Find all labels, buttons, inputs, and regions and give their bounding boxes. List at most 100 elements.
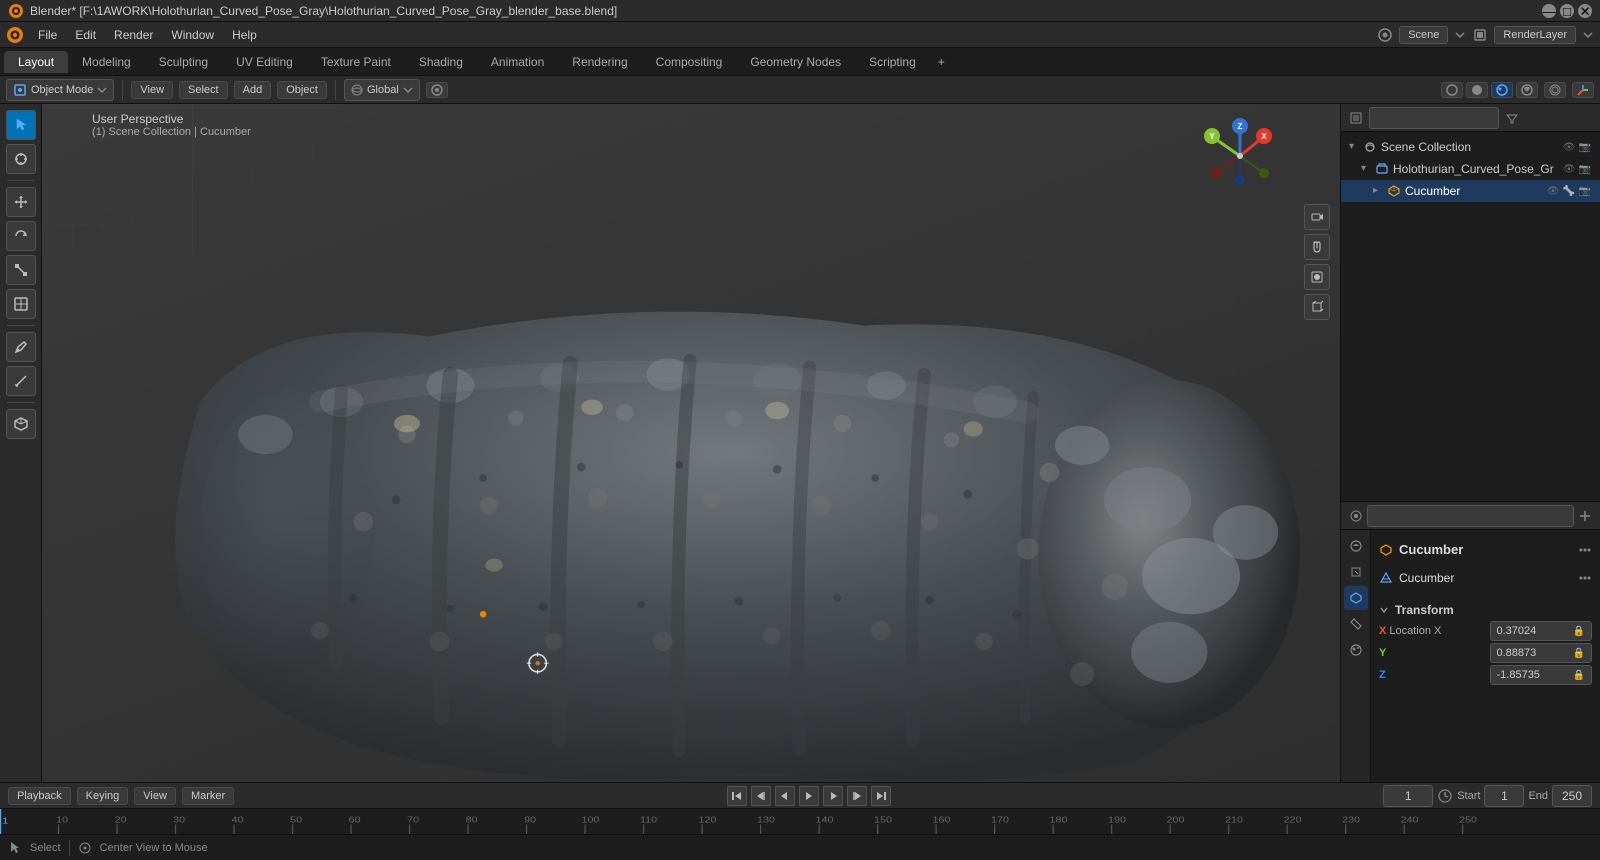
current-frame-input[interactable]: 1	[1383, 785, 1433, 807]
scene-collection-actions[interactable]: 👁 📷	[1562, 140, 1592, 154]
grab-button[interactable]	[1304, 234, 1330, 260]
header-object-button[interactable]: Object	[277, 81, 327, 99]
transform-orientation[interactable]: Global	[344, 79, 420, 101]
transform-section[interactable]: Transform	[1379, 599, 1592, 621]
render-button[interactable]	[1304, 264, 1330, 290]
holothurian-actions[interactable]: 👁 📷	[1562, 162, 1592, 176]
play-pause-button[interactable]	[799, 786, 819, 806]
snap-toggle[interactable]	[426, 82, 448, 98]
menu-window[interactable]: Window	[163, 26, 222, 44]
viewport-gizmo[interactable]: Z X Y	[1200, 116, 1280, 196]
orthographic-button[interactable]	[1304, 294, 1330, 320]
solid-shading[interactable]	[1466, 82, 1488, 98]
annotate-tool-button[interactable]	[6, 332, 36, 362]
tab-rendering[interactable]: Rendering	[558, 51, 641, 73]
prev-keyframe-button[interactable]	[751, 786, 771, 806]
scene-selector[interactable]: Scene	[1399, 26, 1448, 44]
close-button[interactable]: ✕	[1578, 4, 1592, 18]
playback-menu[interactable]: Playback	[8, 787, 71, 805]
next-keyframe-button[interactable]	[847, 786, 867, 806]
location-z-field[interactable]: -1.85735 🔒	[1490, 665, 1593, 685]
material-shading[interactable]	[1491, 82, 1513, 98]
overlay-button[interactable]	[1544, 82, 1566, 98]
cucumber-bone-btn[interactable]: 🦴	[1562, 184, 1576, 198]
rotate-tool-button[interactable]	[6, 221, 36, 251]
outliner-scene-collection[interactable]: ▾ Scene Collection 👁 📷	[1341, 136, 1600, 158]
location-y-field[interactable]: 0.88873 🔒	[1490, 643, 1593, 663]
scene-collection-label: (1) Scene Collection | Cucumber	[92, 126, 251, 138]
tab-modeling[interactable]: Modeling	[68, 51, 145, 73]
scene-visibility-btn[interactable]: 👁	[1562, 140, 1576, 154]
wireframe-shading[interactable]	[1441, 82, 1463, 98]
end-frame-input[interactable]: 250	[1552, 785, 1592, 807]
add-workspace-button[interactable]: +	[930, 51, 953, 73]
next-frame-button[interactable]	[823, 786, 843, 806]
add-cube-button[interactable]	[6, 409, 36, 439]
mesh-name-options-icon[interactable]	[1578, 571, 1592, 585]
maximize-button[interactable]: □	[1560, 4, 1574, 18]
scene-render-btn[interactable]: 📷	[1578, 140, 1592, 154]
transform-tool-button[interactable]	[6, 289, 36, 319]
tab-shading[interactable]: Shading	[405, 51, 477, 73]
menu-render[interactable]: Render	[106, 26, 161, 44]
tab-scripting[interactable]: Scripting	[855, 51, 930, 73]
prop-tab-output[interactable]	[1344, 560, 1368, 584]
scale-tool-button[interactable]	[6, 255, 36, 285]
rendered-shading[interactable]	[1516, 82, 1538, 98]
holothurian-visibility-btn[interactable]: 👁	[1562, 162, 1576, 176]
tab-animation[interactable]: Animation	[477, 51, 558, 73]
minimize-button[interactable]: —	[1542, 4, 1556, 18]
tab-layout[interactable]: Layout	[4, 51, 68, 73]
outliner-holothurian[interactable]: ▾ Holothurian_Curved_Pose_Gr 👁 📷	[1341, 158, 1600, 180]
prop-tab-object[interactable]	[1344, 586, 1368, 610]
zoom-camera-button[interactable]	[1304, 204, 1330, 230]
outliner-cucumber[interactable]: ▸ Cucumber 👁 🦴 📷	[1341, 180, 1600, 202]
location-z-lock[interactable]: 🔒	[1573, 670, 1585, 681]
tab-uv-editing[interactable]: UV Editing	[222, 51, 307, 73]
prop-tab-render[interactable]	[1344, 534, 1368, 558]
tab-compositing[interactable]: Compositing	[642, 51, 737, 73]
move-tool-button[interactable]	[6, 187, 36, 217]
tab-texture-paint[interactable]: Texture Paint	[307, 51, 405, 73]
tab-sculpting[interactable]: Sculpting	[145, 51, 222, 73]
marker-menu[interactable]: Marker	[182, 787, 234, 805]
timeline-view-menu[interactable]: View	[134, 787, 176, 805]
location-x-lock[interactable]: 🔒	[1573, 626, 1585, 637]
window-controls[interactable]: — □ ✕	[1542, 4, 1592, 18]
prop-tab-material[interactable]	[1344, 638, 1368, 662]
location-y-lock[interactable]: 🔒	[1573, 648, 1585, 659]
location-x-field[interactable]: 0.37024 🔒	[1490, 621, 1593, 641]
header-add-button[interactable]: Add	[234, 81, 272, 99]
render-layer-selector[interactable]: RenderLayer	[1494, 26, 1576, 44]
viewport-3d[interactable]: User Perspective (1) Scene Collection | …	[42, 104, 1340, 782]
cucumber-actions[interactable]: 👁 🦴 📷	[1546, 184, 1592, 198]
menu-edit[interactable]: Edit	[67, 26, 104, 44]
start-frame-input[interactable]: 1	[1484, 785, 1524, 807]
header-view-button[interactable]: View	[131, 81, 173, 99]
holothurian-render-btn[interactable]: 📷	[1578, 162, 1592, 176]
gizmo-svg: Z X Y	[1200, 116, 1280, 196]
cucumber-visibility-btn[interactable]: 👁	[1546, 184, 1560, 198]
header-select-button[interactable]: Select	[179, 81, 228, 99]
prop-tab-modifier[interactable]	[1344, 612, 1368, 636]
prev-frame-button[interactable]	[775, 786, 795, 806]
cucumber-render-btn[interactable]: 📷	[1578, 184, 1592, 198]
gizmo-button[interactable]	[1572, 82, 1594, 98]
menu-help[interactable]: Help	[224, 26, 265, 44]
outliner-filter-icon[interactable]	[1505, 111, 1519, 125]
menu-file[interactable]: File	[30, 26, 65, 44]
properties-search-input[interactable]	[1367, 505, 1574, 527]
jump-to-start-button[interactable]	[727, 786, 747, 806]
measure-tool-button[interactable]	[6, 366, 36, 396]
snap-controls[interactable]	[426, 82, 448, 98]
jump-to-end-button[interactable]	[871, 786, 891, 806]
object-name-options-icon[interactable]	[1578, 543, 1592, 557]
keying-menu[interactable]: Keying	[77, 787, 129, 805]
outliner-search-input[interactable]	[1369, 107, 1499, 129]
cursor-tool-button[interactable]	[6, 144, 36, 174]
timeline-ruler[interactable]: 1 10 20 30 40 50 60 70 80 90 100 110 120	[0, 809, 1600, 834]
mode-selector[interactable]: Object Mode	[6, 79, 114, 101]
select-tool-button[interactable]	[6, 110, 36, 140]
tab-geometry-nodes[interactable]: Geometry Nodes	[736, 51, 855, 73]
properties-add-icon[interactable]	[1578, 509, 1592, 523]
